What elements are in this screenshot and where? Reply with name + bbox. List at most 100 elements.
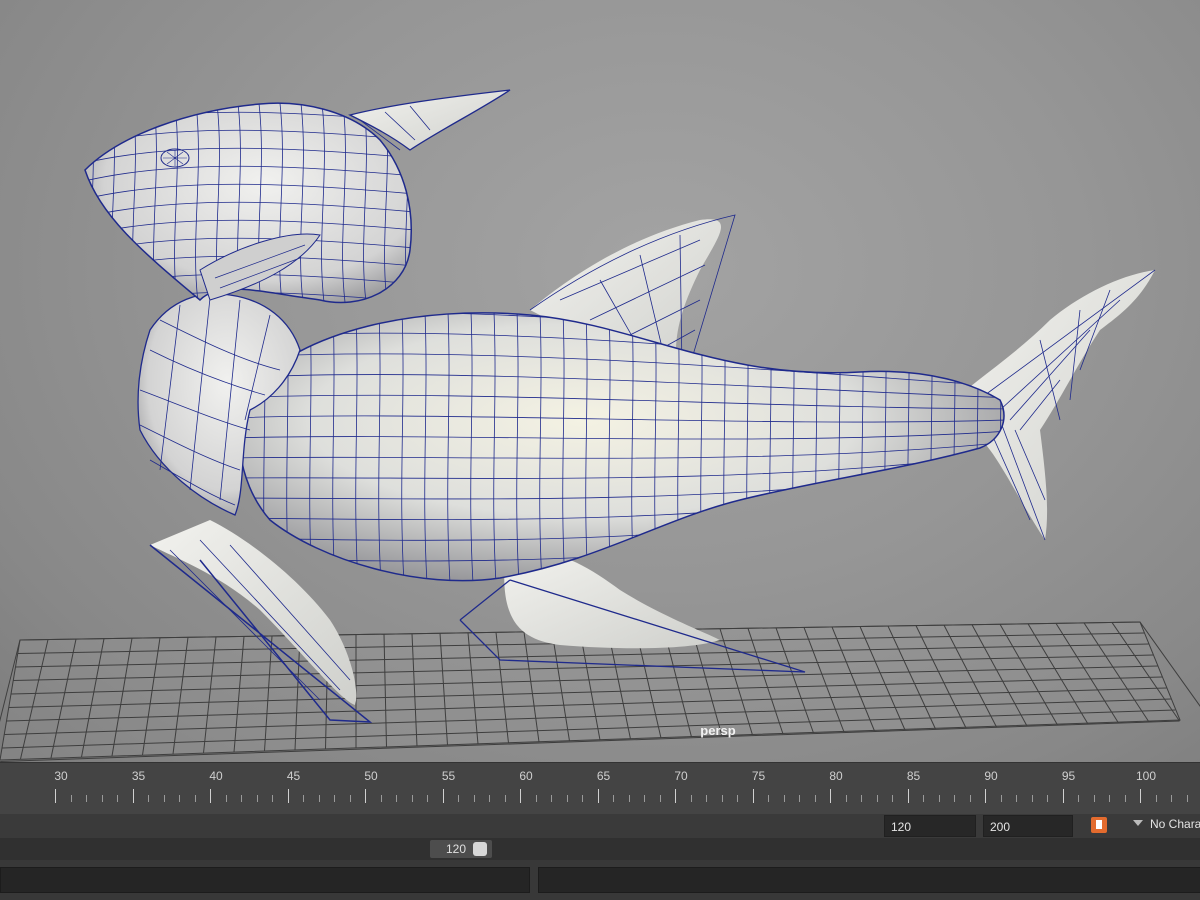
frame-minor-tick — [938, 795, 940, 802]
frame-minor-tick — [473, 795, 475, 802]
frame-minor-tick — [241, 795, 242, 802]
frame-minor-tick — [256, 795, 258, 802]
range-slider-end[interactable]: 120 — [430, 840, 492, 858]
frame-minor-tick — [380, 795, 382, 802]
frame-minor-tick — [411, 795, 413, 802]
frame-minor-tick — [1186, 795, 1188, 802]
time-slider[interactable]: 3035404550556065707580859095100105 — [0, 762, 1200, 815]
frame-minor-tick — [225, 795, 227, 802]
frame-minor-tick — [969, 795, 971, 802]
frame-tick — [1062, 789, 1064, 803]
frame-tick-label: 80 — [829, 769, 843, 783]
frame-minor-tick — [396, 795, 397, 802]
frame-minor-tick — [504, 795, 506, 802]
frame-minor-tick — [706, 795, 707, 802]
frame-tick — [907, 789, 909, 803]
frame-minor-tick — [1155, 795, 1157, 802]
frame-minor-tick — [799, 795, 800, 802]
character-set-field[interactable]: No Chara — [1150, 817, 1200, 831]
frame-minor-tick — [582, 795, 583, 802]
frame-minor-tick — [349, 795, 351, 802]
scene — [0, 89, 1200, 762]
frame-minor-tick — [334, 795, 335, 802]
frame-minor-tick — [690, 795, 692, 802]
frame-minor-tick — [1031, 795, 1033, 802]
frame-minor-tick — [458, 795, 459, 802]
frame-minor-tick — [70, 795, 72, 802]
frame-tick — [210, 789, 211, 803]
frame-tick — [830, 789, 831, 803]
frame-minor-tick — [303, 795, 304, 802]
frame-tick — [1140, 789, 1141, 803]
frame-minor-tick — [551, 795, 552, 802]
frame-minor-tick — [613, 795, 614, 802]
range-slider-end-value: 120 — [445, 842, 466, 856]
frame-minor-tick — [644, 795, 645, 802]
animation-end-field[interactable]: 200 — [983, 815, 1073, 837]
frame-tick — [752, 789, 754, 803]
frame-minor-tick — [783, 795, 785, 802]
frame-tick — [442, 789, 444, 803]
frame-tick-label: 30 — [54, 769, 68, 783]
head — [84, 89, 511, 304]
frame-tick — [597, 789, 599, 803]
range-slider-handle[interactable] — [473, 842, 487, 856]
frame-tick-label: 100 — [1135, 769, 1157, 783]
frame-minor-tick — [628, 795, 630, 802]
frame-minor-tick — [148, 795, 149, 802]
frame-minor-tick — [272, 795, 273, 802]
frame-tick-label: 70 — [674, 769, 688, 783]
playback-end-field[interactable]: 120 — [884, 815, 976, 837]
frame-minor-tick — [1047, 795, 1048, 802]
frame-minor-tick — [86, 795, 87, 802]
frame-minor-tick — [101, 795, 103, 802]
frame-minor-tick — [768, 795, 769, 802]
frame-minor-tick — [845, 795, 847, 802]
frame-minor-tick — [535, 795, 537, 802]
frame-tick-label: 85 — [906, 769, 921, 783]
frame-minor-tick — [566, 795, 568, 802]
frame-minor-tick — [1093, 795, 1095, 802]
frame-tick — [365, 789, 366, 803]
frame-minor-tick — [721, 795, 723, 802]
command-feedback — [538, 867, 1200, 893]
body — [238, 312, 1005, 582]
frame-minor-tick — [737, 795, 738, 802]
camera-label: persp — [700, 723, 736, 738]
frame-tick-label: 95 — [1061, 769, 1076, 783]
frame-tick-label: 90 — [984, 769, 998, 783]
frame-tick-label: 65 — [596, 769, 611, 783]
frame-tick-label: 35 — [131, 769, 146, 783]
frame-minor-tick — [318, 795, 320, 802]
frame-tick — [55, 789, 56, 803]
range-slider[interactable]: 120 — [0, 838, 1200, 860]
frame-minor-tick — [659, 795, 661, 802]
frame-tick — [287, 789, 289, 803]
frame-tick — [675, 789, 676, 803]
frame-minor-tick — [179, 795, 180, 802]
command-input-mel[interactable] — [0, 867, 530, 893]
frame-minor-tick — [1000, 795, 1002, 802]
frame-minor-tick — [1171, 795, 1172, 802]
frame-tick-label: 60 — [519, 769, 533, 783]
frame-tick-label: 40 — [209, 769, 223, 783]
frame-tick — [520, 789, 521, 803]
frame-minor-tick — [814, 795, 816, 802]
frame-minor-tick — [117, 795, 118, 802]
frame-minor-tick — [194, 795, 196, 802]
frame-minor-tick — [892, 795, 893, 802]
frame-minor-tick — [427, 795, 428, 802]
frame-minor-tick — [489, 795, 490, 802]
auto-key-icon[interactable] — [1091, 817, 1107, 833]
range-bar: 120 200 No Chara — [0, 814, 1200, 838]
frame-tick-label: 75 — [751, 769, 766, 783]
frame-minor-tick — [954, 795, 955, 802]
frame-minor-tick — [1016, 795, 1017, 802]
frame-minor-tick — [1078, 795, 1079, 802]
command-line — [0, 860, 1200, 900]
perspective-viewport[interactable]: persp — [0, 0, 1200, 762]
frame-minor-tick — [1109, 795, 1110, 802]
frame-minor-tick — [876, 795, 878, 802]
character-set-dropdown-icon[interactable] — [1133, 820, 1143, 826]
frame-tick-label: 45 — [286, 769, 301, 783]
